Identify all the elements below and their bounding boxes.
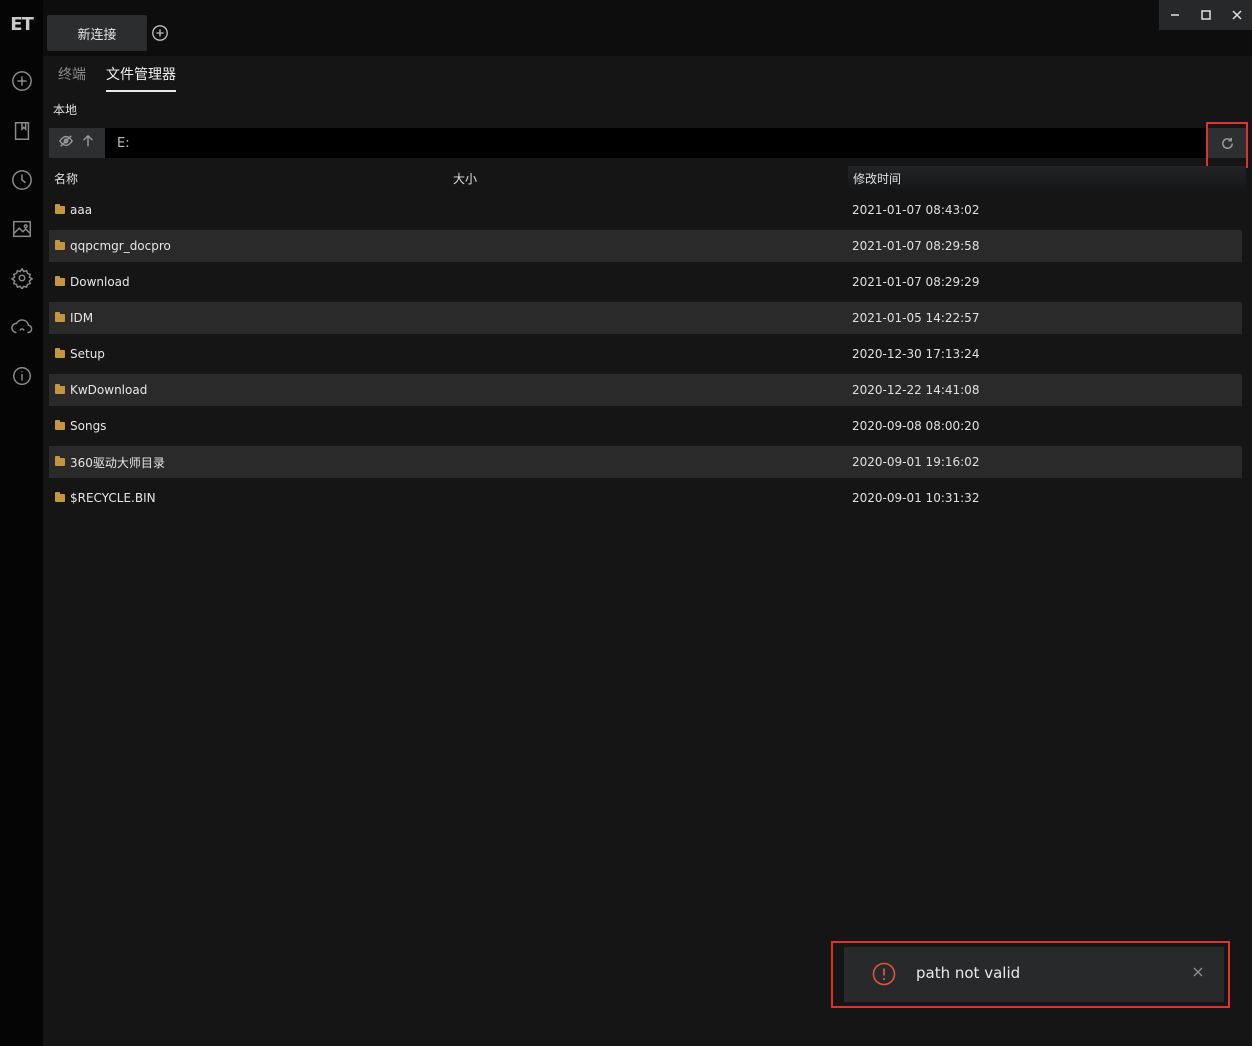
column-size[interactable]: 大小 (453, 170, 477, 187)
gear-icon[interactable] (10, 266, 34, 290)
cell-name: 360驱动大师目录 (55, 454, 165, 471)
minimize-icon (1170, 14, 1179, 16)
toast-message: path not valid (916, 964, 1021, 982)
table-row[interactable]: $RECYCLE.BIN 2020-09-01 10:31:32 (49, 482, 1242, 514)
cell-name: Songs (55, 419, 106, 433)
cell-name: aaa (55, 203, 92, 217)
clock-icon[interactable] (10, 168, 34, 192)
cell-modified: 2021-01-07 08:43:02 (852, 203, 980, 217)
sub-tabs: 终端 文件管理器 (58, 64, 176, 92)
folder-icon (55, 348, 65, 358)
local-label: 本地 (53, 103, 78, 117)
image-icon[interactable] (10, 217, 34, 241)
maximize-button[interactable] (1190, 0, 1221, 30)
folder-icon (55, 384, 65, 394)
table-header: 名称 大小 修改时间 (49, 166, 1246, 192)
folder-icon (55, 492, 65, 502)
go-up-icon[interactable] (81, 134, 95, 152)
cell-name: Setup (55, 347, 105, 361)
cell-modified: 2020-09-01 10:31:32 (852, 491, 980, 505)
cell-modified: 2020-09-01 19:16:02 (852, 455, 980, 469)
tab-new-connection[interactable]: 新连接 (47, 15, 147, 51)
cell-modified: 2021-01-07 08:29:58 (852, 239, 980, 253)
column-name[interactable]: 名称 (54, 170, 78, 187)
cell-modified: 2020-12-30 17:13:24 (852, 347, 980, 361)
error-toast: path not valid (844, 947, 1224, 1002)
sidebar: ET (0, 0, 43, 1046)
info-icon[interactable] (10, 364, 34, 388)
tab-label: 新连接 (77, 27, 117, 43)
tab-terminal[interactable]: 终端 (58, 64, 86, 92)
table-row[interactable]: aaa 2021-01-07 08:43:02 (49, 194, 1242, 226)
cell-modified: 2021-01-05 14:22:57 (852, 311, 980, 325)
maximize-icon (1200, 10, 1211, 20)
tab-file-manager[interactable]: 文件管理器 (106, 64, 176, 92)
cell-name: IDM (55, 311, 93, 325)
bookmark-icon[interactable] (10, 119, 34, 143)
cell-modified: 2020-09-08 08:00:20 (852, 419, 980, 433)
close-window-button[interactable] (1221, 0, 1252, 30)
table-row[interactable]: qqpcmgr_docpro 2021-01-07 08:29:58 (49, 230, 1242, 262)
cell-name: $RECYCLE.BIN (55, 491, 156, 505)
cell-name: KwDownload (55, 383, 147, 397)
file-name: $RECYCLE.BIN (70, 491, 156, 505)
modified-header-bg (848, 166, 1246, 192)
folder-icon (55, 312, 65, 322)
file-name: Songs (70, 419, 107, 433)
path-nav-group (49, 128, 105, 158)
column-modified[interactable]: 修改时间 (853, 170, 901, 187)
file-name: IDM (70, 311, 94, 325)
file-name: 360驱动大师目录 (70, 455, 165, 470)
table-row[interactable]: Songs 2020-09-08 08:00:20 (49, 410, 1242, 442)
path-input[interactable] (113, 128, 1193, 158)
add-tab-icon[interactable] (151, 24, 169, 42)
error-icon (872, 962, 896, 986)
refresh-highlight-box (1206, 122, 1248, 168)
toast-close-icon[interactable] (1192, 966, 1206, 980)
file-name: KwDownload (70, 383, 148, 397)
file-name: Download (70, 275, 130, 289)
cell-name: qqpcmgr_docpro (55, 239, 171, 253)
table-row[interactable]: 360驱动大师目录 2020-09-01 19:16:02 (49, 446, 1242, 478)
cell-modified: 2021-01-07 08:29:29 (852, 275, 980, 289)
table-row[interactable]: IDM 2021-01-05 14:22:57 (49, 302, 1242, 334)
app-logo: ET (10, 14, 34, 35)
hide-hidden-files-icon[interactable] (59, 134, 73, 152)
close-icon (1231, 10, 1242, 20)
file-name: aaa (70, 203, 93, 217)
top-bar: 新连接 (43, 0, 1252, 56)
add-circle-icon[interactable] (10, 69, 34, 93)
file-name: Setup (70, 347, 105, 361)
table-row[interactable]: Download 2021-01-07 08:29:29 (49, 266, 1242, 298)
minimize-button[interactable] (1159, 0, 1190, 30)
file-name: qqpcmgr_docpro (70, 239, 171, 253)
folder-icon (55, 204, 65, 214)
cell-name: Download (55, 275, 130, 289)
table-row[interactable]: KwDownload 2020-12-22 14:41:08 (49, 374, 1242, 406)
folder-icon (55, 276, 65, 286)
cell-modified: 2020-12-22 14:41:08 (852, 383, 980, 397)
path-bar (49, 128, 1246, 158)
folder-icon (55, 420, 65, 430)
folder-icon (55, 456, 65, 466)
folder-icon (55, 240, 65, 250)
window-controls (1159, 0, 1252, 30)
cloud-sync-icon[interactable] (10, 315, 34, 339)
table-row[interactable]: Setup 2020-12-30 17:13:24 (49, 338, 1242, 370)
